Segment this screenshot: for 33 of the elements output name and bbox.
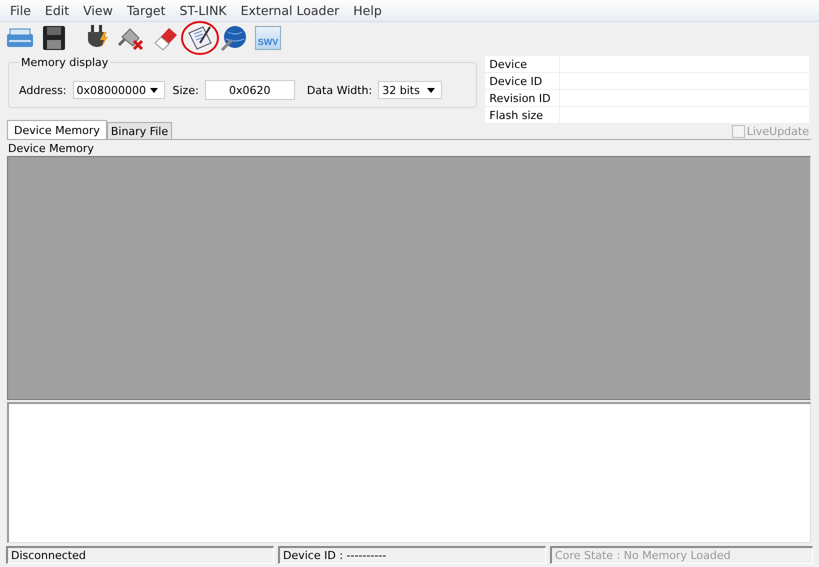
menu-item[interactable]: Target bbox=[120, 3, 174, 18]
eraser-icon bbox=[152, 25, 180, 51]
toolbar-button[interactable] bbox=[184, 23, 216, 53]
status-pane: Core State : No Memory Loaded bbox=[550, 546, 813, 564]
address-label: Address: bbox=[19, 84, 67, 96]
status-pane: Device ID : ---------- bbox=[278, 546, 546, 564]
menu-item[interactable]: View bbox=[77, 3, 121, 18]
menu-item[interactable]: File bbox=[4, 3, 39, 18]
info-label: Flash size bbox=[485, 107, 560, 123]
highlight-circle bbox=[180, 19, 220, 57]
dropdown-arrow-icon bbox=[150, 88, 158, 92]
scanner-icon bbox=[6, 26, 34, 50]
info-label: Device ID bbox=[485, 73, 560, 89]
data-width-label: Data Width: bbox=[306, 84, 372, 96]
data-width-combobox[interactable]: 32 bits bbox=[378, 81, 442, 99]
globe-wrench-icon bbox=[220, 24, 248, 52]
panel-title: Device Memory bbox=[8, 142, 94, 154]
menu-item[interactable]: External Loader bbox=[234, 3, 348, 18]
notepad-pen-icon bbox=[186, 25, 214, 51]
dropdown-arrow-icon bbox=[427, 88, 436, 92]
info-label: Device bbox=[485, 56, 560, 72]
address-combobox[interactable]: 0x08000000 bbox=[72, 81, 165, 99]
tab[interactable]: Device Memory bbox=[7, 120, 107, 139]
tab[interactable]: Binary File bbox=[106, 122, 172, 139]
group-title: Memory display bbox=[20, 56, 110, 69]
status-pane: Disconnected bbox=[6, 546, 274, 564]
menu-item[interactable]: ST-LINK bbox=[173, 3, 235, 18]
menu-item[interactable]: Help bbox=[347, 3, 390, 18]
checkbox-label: LiveUpdate bbox=[746, 125, 809, 138]
size-field[interactable]: 0x0620 bbox=[204, 80, 295, 100]
menu-item[interactable]: Edit bbox=[38, 3, 78, 18]
size-label: Size: bbox=[172, 84, 199, 96]
info-label: Revision ID bbox=[485, 90, 560, 106]
